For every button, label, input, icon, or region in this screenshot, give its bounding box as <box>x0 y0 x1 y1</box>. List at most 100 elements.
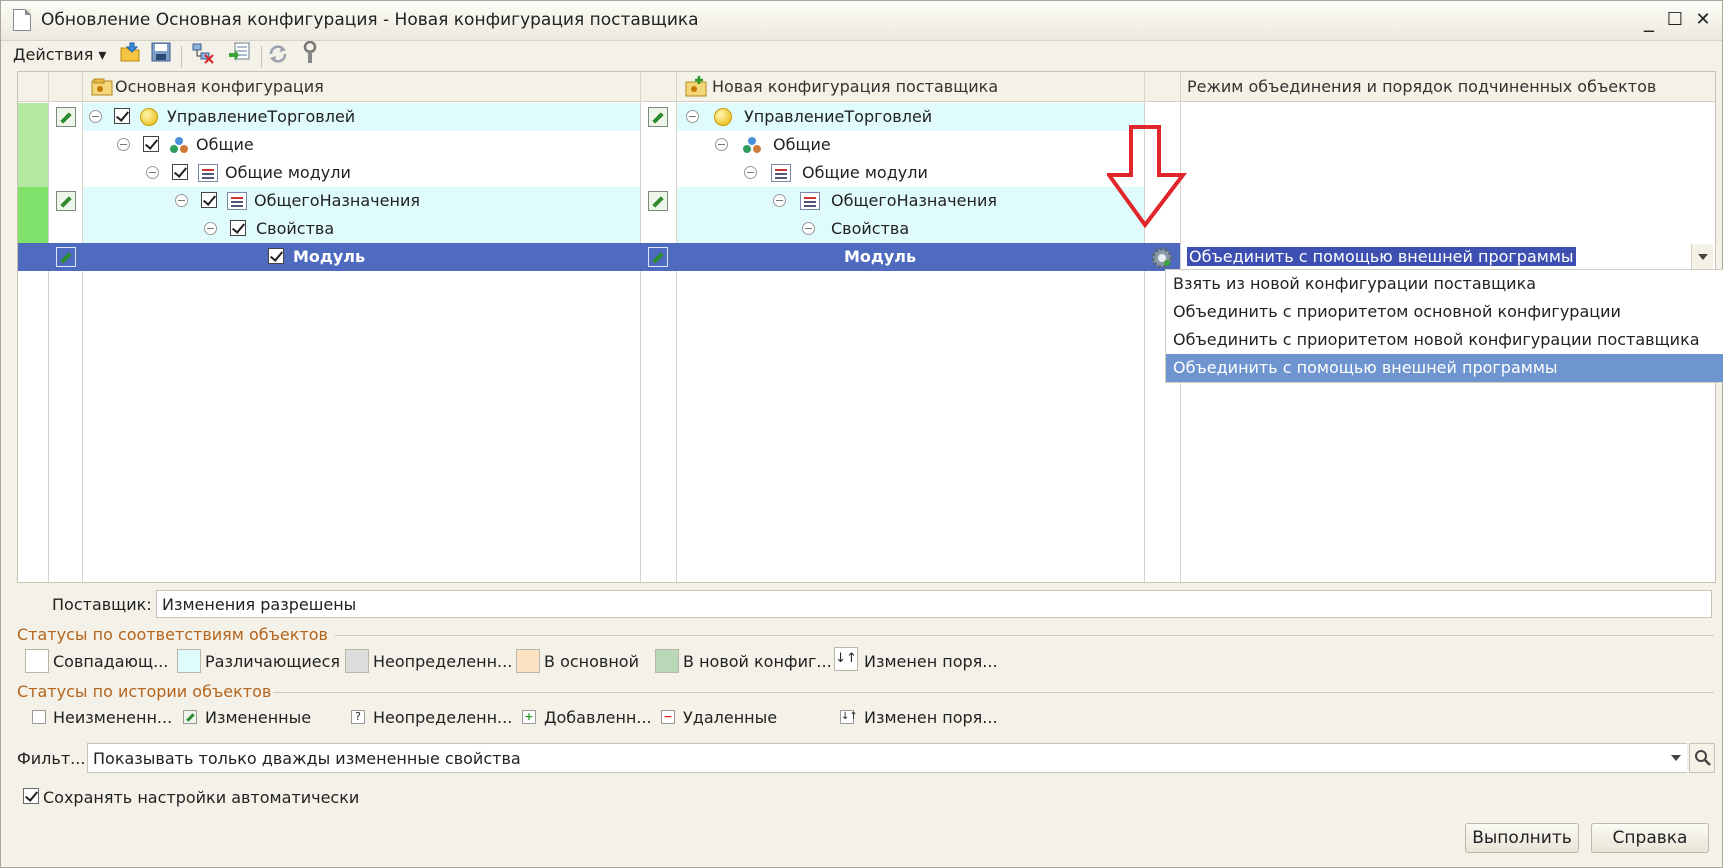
vendor-config-icon <box>685 76 707 97</box>
history-changed-label: Измененные <box>205 708 312 727</box>
common-module-icon <box>227 192 247 210</box>
red-arrow-annotation <box>1107 125 1187 229</box>
run-button[interactable]: Выполнить <box>1465 823 1579 853</box>
merge-mode-option-selected[interactable]: Объединить с помощью внешней программы <box>1166 354 1723 382</box>
collapse-icon[interactable] <box>686 110 699 123</box>
filter-combobox[interactable]: Показывать только дважды измененные свой… <box>87 743 1687 773</box>
main-node-label: УправлениеТорговлей <box>167 107 356 126</box>
maximize-button[interactable]: ☐ <box>1663 9 1687 33</box>
tree-row[interactable]: УправлениеТорговлей УправлениеТорговлей <box>18 103 1715 131</box>
configuration-root-icon <box>140 108 158 126</box>
collapse-icon[interactable] <box>204 222 217 235</box>
legend-different-label: Различающиеся <box>205 652 341 671</box>
filter-search-button[interactable] <box>1689 743 1715 773</box>
unchanged-icon <box>32 710 46 724</box>
merge-mode-option[interactable]: Взять из новой конфигурации поставщика <box>1166 270 1723 298</box>
match-status-cell <box>18 215 48 243</box>
collapse-icon[interactable] <box>802 222 815 235</box>
merge-mode-combobox[interactable]: Объединить с помощью внешней программы <box>1181 243 1715 271</box>
history-order-changed-label: Изменен поря... <box>864 708 998 727</box>
merge-mode-option[interactable]: Объединить с приоритетом новой конфигура… <box>1166 326 1723 354</box>
status-column-header <box>18 72 48 102</box>
include-checkbox[interactable] <box>230 220 246 236</box>
actions-menu[interactable]: Действия ▾ <box>13 45 106 64</box>
tree-row[interactable]: ОбщегоНазначения ОбщегоНазначения <box>18 187 1715 215</box>
match-status-cell <box>18 187 48 215</box>
vendor-changed-icon <box>648 107 668 127</box>
include-checkbox[interactable] <box>172 164 188 180</box>
gear-icon[interactable] <box>1150 246 1174 270</box>
merge-mode-dropdown[interactable]: Взять из новой конфигурации поставщика О… <box>1165 269 1723 383</box>
collapse-icon[interactable] <box>146 166 159 179</box>
collapse-icon[interactable] <box>715 138 728 151</box>
common-objects-icon <box>170 137 188 153</box>
legend-undefined-swatch <box>345 649 369 673</box>
legend-undefined-label: Неопределенн... <box>373 652 513 671</box>
wrench-icon[interactable] <box>300 41 320 65</box>
changed-icon <box>56 107 76 127</box>
main-config-header-label: Основная конфигурация <box>115 77 324 96</box>
close-button[interactable]: ✕ <box>1691 9 1715 33</box>
collapse-icon[interactable] <box>175 194 188 207</box>
tree-row[interactable]: Общие Общие <box>18 131 1715 159</box>
order-changed-icon: ↓↑ <box>834 647 858 671</box>
help-button[interactable]: Справка <box>1591 823 1709 853</box>
collapse-icon[interactable] <box>117 138 130 151</box>
magnifier-icon <box>1695 750 1711 766</box>
vendor-node-label: ОбщегоНазначения <box>831 191 997 210</box>
history-unchanged-label: Неизмененн... <box>53 708 173 727</box>
vendor-changed-icon <box>648 247 668 267</box>
main-config-column-header[interactable]: Основная конфигурация <box>83 72 640 102</box>
merge-mode-value[interactable]: Объединить с помощью внешней программы <box>1187 247 1576 266</box>
main-node-label: Общие модули <box>225 163 351 182</box>
save-icon[interactable] <box>150 41 172 63</box>
vendor-node-label: УправлениеТорговлей <box>744 107 933 126</box>
legend-in-new-label: В новой конфиг... <box>683 652 832 671</box>
group-divider <box>335 635 1714 636</box>
report-icon[interactable] <box>227 41 253 65</box>
merge-mode-option[interactable]: Объединить с приоритетом основной конфиг… <box>1166 298 1723 326</box>
common-modules-icon <box>771 164 791 182</box>
include-checkbox[interactable] <box>268 248 284 264</box>
common-objects-icon <box>743 137 761 153</box>
minimize-button[interactable]: _ <box>1637 9 1661 33</box>
collapse-icon[interactable] <box>89 110 102 123</box>
include-checkbox[interactable] <box>201 192 217 208</box>
vendor-config-cell: ОбщегоНазначения <box>677 187 1144 215</box>
vendor-node-label: Свойства <box>831 219 910 238</box>
legend-in-main-label: В основной <box>544 652 639 671</box>
refresh-icon[interactable] <box>267 43 289 65</box>
action-column-header <box>1145 72 1180 102</box>
history-column-header <box>49 72 82 102</box>
vendor-config-header-label: Новая конфигурация поставщика <box>712 77 999 96</box>
changed-icon <box>56 247 76 267</box>
filter-dropdown-icon[interactable] <box>1665 744 1687 772</box>
tree-row[interactable]: Общие модули Общие модули <box>18 159 1715 187</box>
deleted-icon: − <box>661 710 675 724</box>
collapse-icon[interactable] <box>744 166 757 179</box>
tree-row[interactable]: Свойства Свойства <box>18 215 1715 243</box>
dropdown-arrow-icon[interactable] <box>1691 244 1713 270</box>
main-config-cell: Свойства <box>83 215 640 243</box>
collapse-icon[interactable] <box>773 194 786 207</box>
toolbar: Действия ▾ <box>1 41 1722 73</box>
tree-row-selected[interactable]: Модуль Модуль Объединить с помощью внешн… <box>18 243 1715 271</box>
main-node-label: ОбщегоНазначения <box>254 191 420 210</box>
legend-different-swatch <box>177 649 201 673</box>
vendor-status-field[interactable]: Изменения разрешены <box>156 590 1712 618</box>
vendor-history-column-header <box>641 72 676 102</box>
include-checkbox[interactable] <box>114 108 130 124</box>
common-module-icon <box>800 192 820 210</box>
merge-mode-column-header[interactable]: Режим объединения и порядок подчиненных … <box>1181 72 1715 102</box>
vendor-config-column-header[interactable]: Новая конфигурация поставщика <box>677 72 1144 102</box>
include-checkbox[interactable] <box>143 136 159 152</box>
main-node-label: Свойства <box>256 219 335 238</box>
legend-order-changed-label: Изменен поря... <box>864 652 998 671</box>
main-node-label: Модуль <box>293 247 366 266</box>
open-folder-icon[interactable] <box>119 41 141 63</box>
autosave-label: Сохранять настройки автоматически <box>43 788 360 807</box>
match-status-group-title: Статусы по соответствиям объектов <box>17 625 328 644</box>
tree-filter-icon[interactable] <box>189 41 215 65</box>
autosave-checkbox[interactable] <box>23 788 39 804</box>
vendor-config-cell: Общие <box>677 131 1144 159</box>
